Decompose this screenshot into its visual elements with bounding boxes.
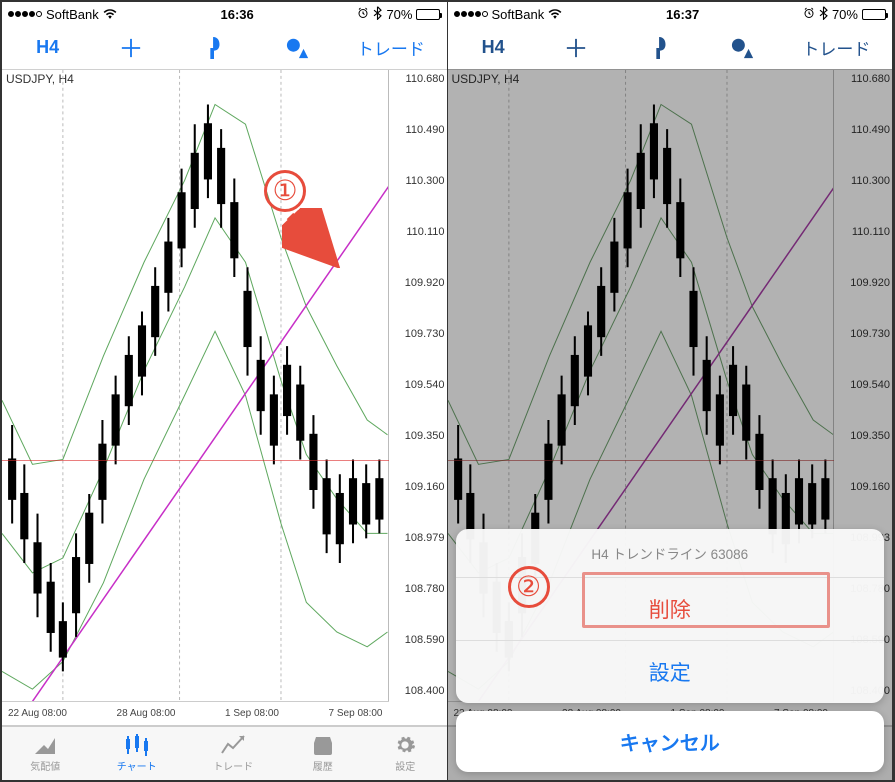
history-icon [310,734,336,756]
signal-icon [8,11,42,17]
axis-tick: 109.730 [391,329,445,340]
indicators-button[interactable] [190,37,238,59]
axis-tick: 110.300 [391,176,445,187]
axis-tick: 109.920 [391,278,445,289]
axis-tick: 109.350 [391,431,445,442]
tab-label: 気配値 [30,758,60,773]
tab-label: 設定 [395,758,415,773]
bluetooth-icon [373,6,382,23]
axis-tick: 108.590 [391,635,445,646]
phone-left: SoftBank 16:36 70% H4 トレード [2,2,448,780]
trade-button[interactable]: トレード [357,35,425,60]
axis-tick: 22 Aug 08:00 [8,708,67,719]
tab-label: トレード [213,758,253,773]
quote-icon [32,734,58,756]
carrier-label: SoftBank [46,7,99,22]
gear-icon [392,734,418,756]
axis-tick: 108.780 [391,584,445,595]
bottom-tab-bar: 気配値 チャート トレード 履歴 設定 [2,726,447,780]
tab-label: 履歴 [313,758,333,773]
tab-chart[interactable]: チャート [117,734,157,773]
tab-history[interactable]: 履歴 [310,734,336,773]
alarm-icon [357,7,369,22]
axis-tick: 109.160 [391,482,445,493]
x-axis: 22 Aug 08:00 28 Aug 08:00 1 Sep 08:00 7 Sep… [2,701,389,725]
clock: 16:36 [220,7,253,22]
status-right: 70% [357,6,440,23]
tab-settings[interactable]: 設定 [392,734,418,773]
status-left: SoftBank [8,7,117,22]
chart-icon [124,734,150,756]
axis-tick: 28 Aug 08:00 [117,708,176,719]
battery-icon [416,9,440,20]
axis-tick: 7 Sep 08:00 [329,708,383,719]
axis-tick: 110.680 [391,74,445,85]
trade-icon [220,734,246,756]
annotation-marker-2: ② [508,566,550,608]
status-bar: SoftBank 16:36 70% [2,2,447,26]
action-sheet-settings[interactable]: 設定 [456,641,885,703]
axis-tick: 109.540 [391,380,445,391]
action-sheet: H4 トレンドライン 63086 削除 設定 [456,529,885,703]
chart-toolbar: H4 トレード [2,26,447,70]
axis-tick: 108.400 [391,686,445,697]
tab-trade[interactable]: トレード [213,734,253,773]
tab-quote[interactable]: 気配値 [30,734,60,773]
axis-tick: 108.979 [391,533,445,544]
y-axis: 110.680 110.490 110.300 110.110 109.920 109.7… [389,70,447,701]
axis-tick: 1 Sep 08:00 [225,708,279,719]
wifi-icon [103,7,117,22]
current-price-line [2,460,391,461]
action-sheet-cancel[interactable]: キャンセル [456,711,885,772]
action-sheet-backdrop[interactable]: H4 トレンドライン 63086 削除 設定 キャンセル ② [448,2,893,780]
chart-plot[interactable] [2,70,389,701]
axis-tick: 110.110 [391,227,445,238]
annotation-marker-1: ① [264,170,306,212]
timeframe-button[interactable]: H4 [24,37,72,58]
chart-area[interactable]: USDJPY, H4 [2,70,447,726]
crosshair-button[interactable] [107,37,155,59]
battery-label: 70% [386,7,412,22]
axis-tick: 110.490 [391,125,445,136]
phone-right: SoftBank 16:37 70% H4 トレード [448,2,894,780]
objects-button[interactable] [274,37,322,59]
tab-label: チャート [117,758,157,773]
